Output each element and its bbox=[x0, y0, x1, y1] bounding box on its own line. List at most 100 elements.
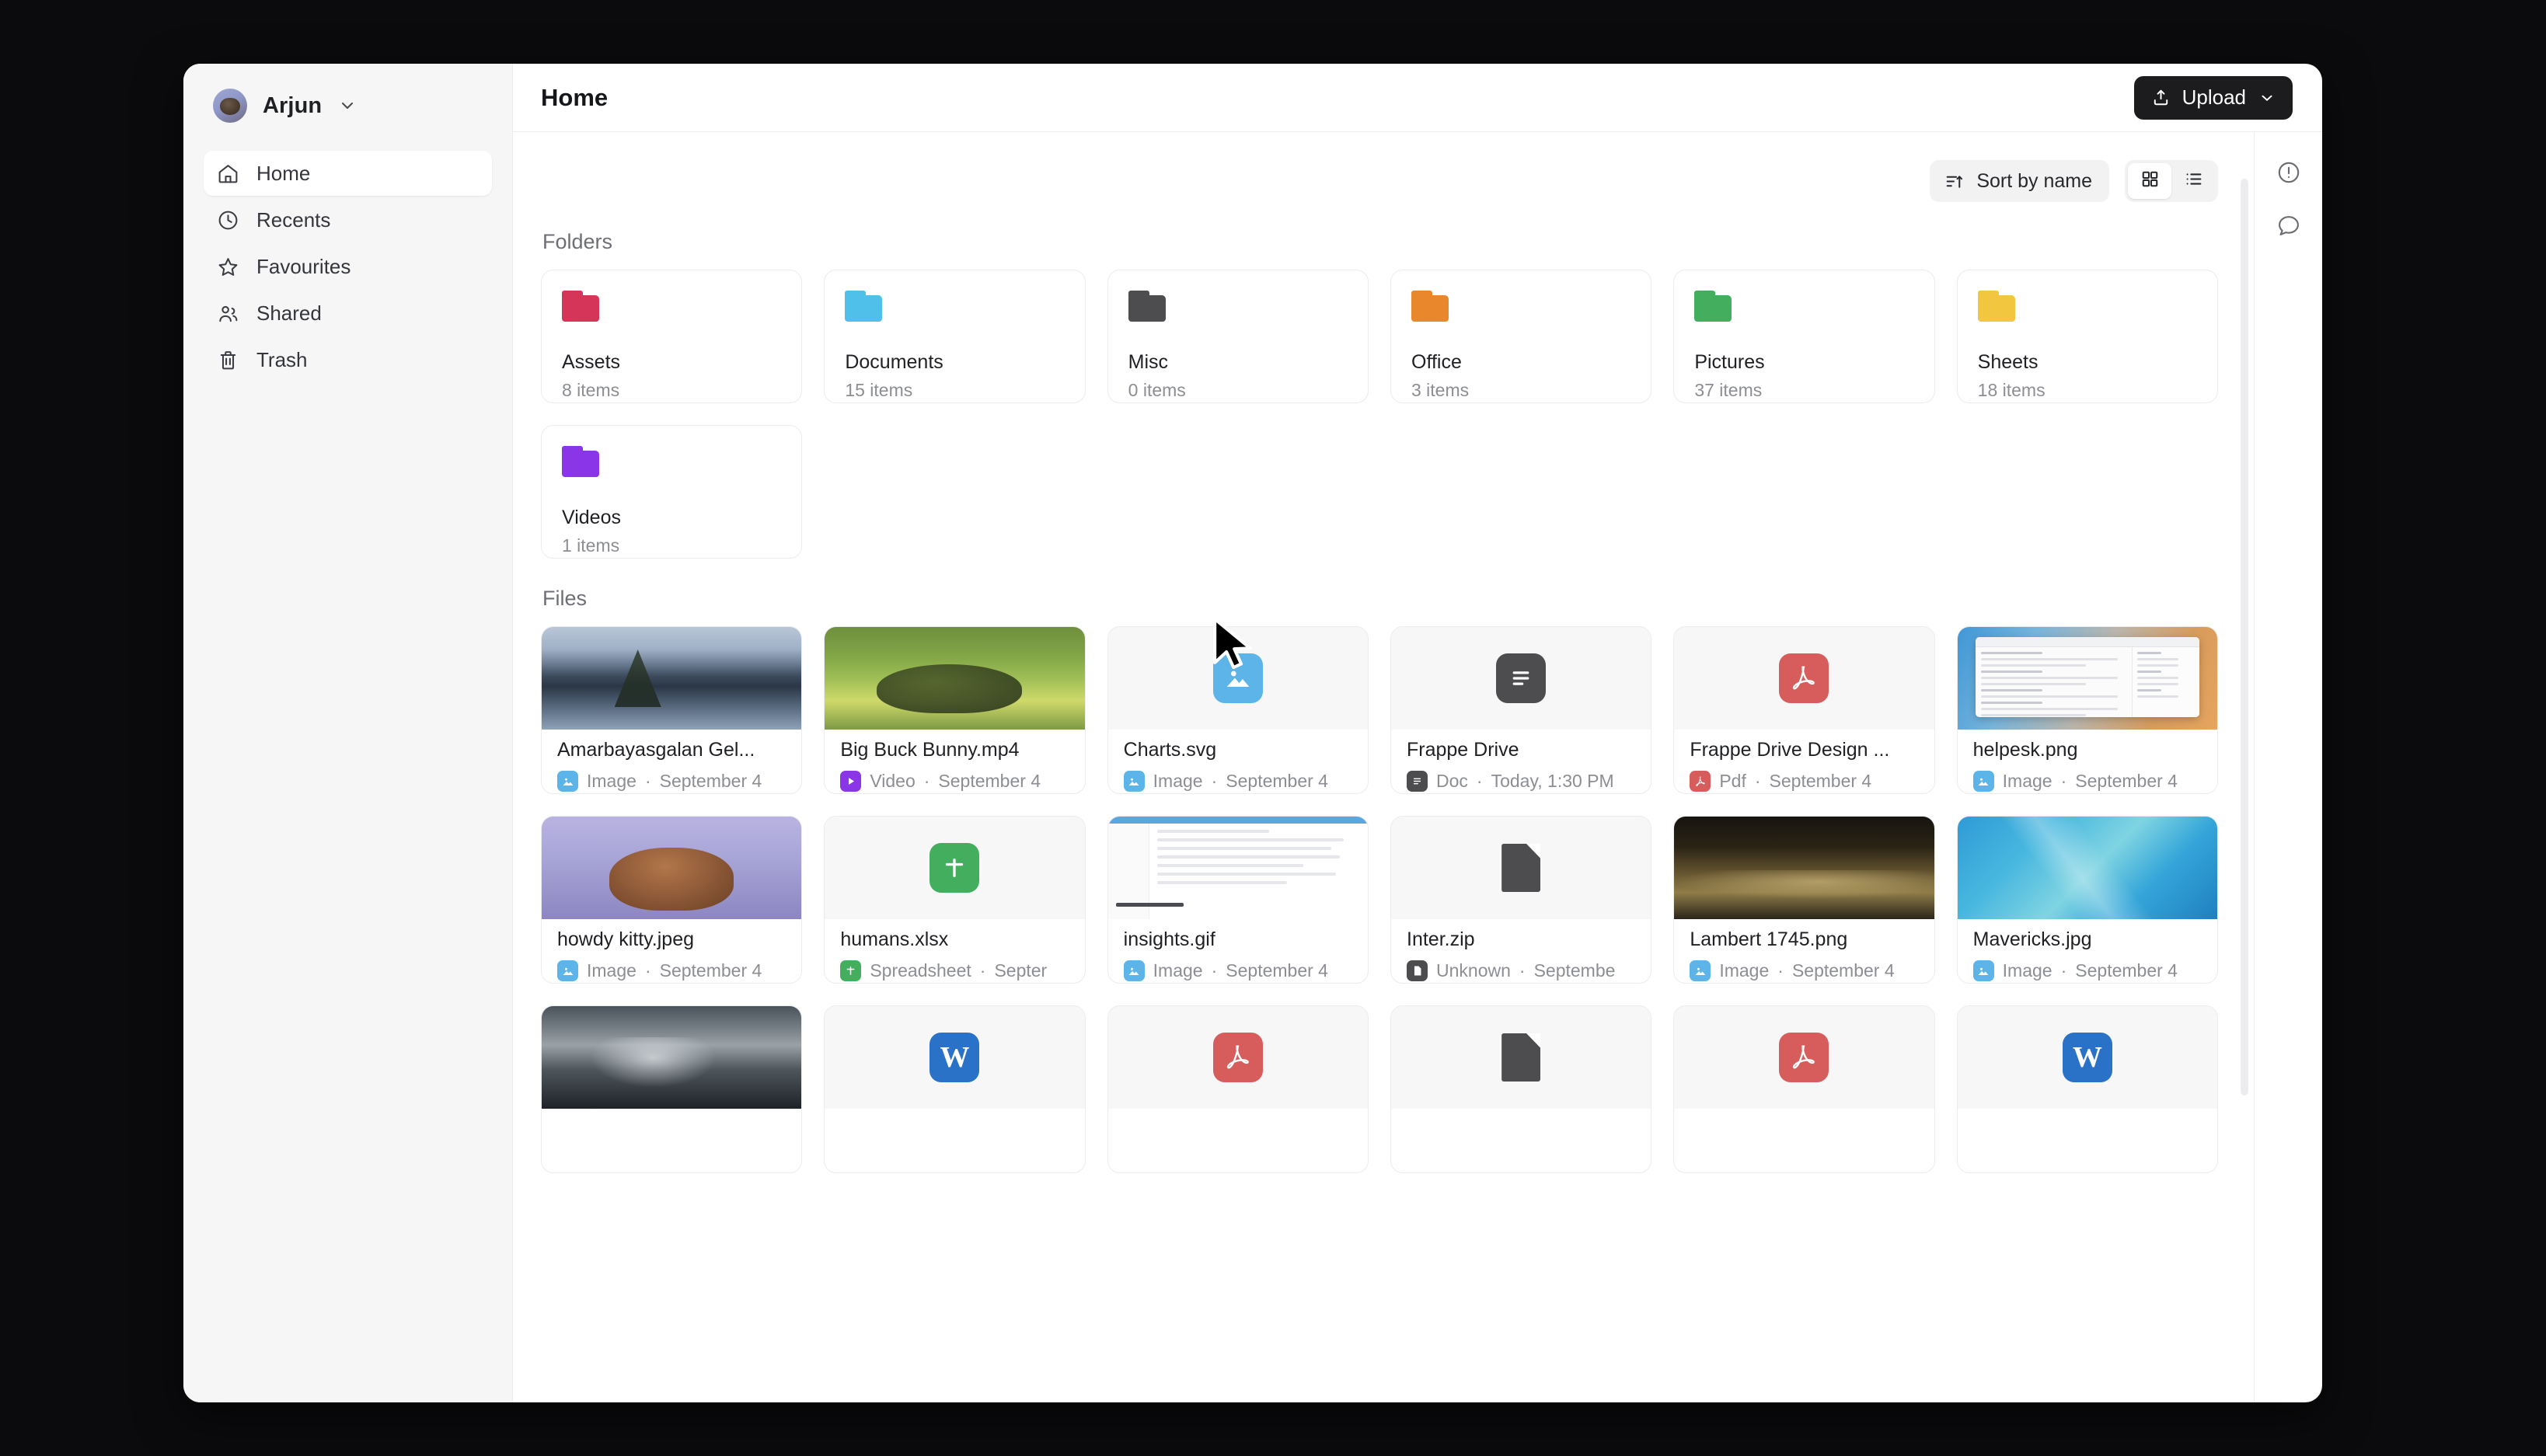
sidebar-item-trash[interactable]: Trash bbox=[204, 337, 492, 382]
folder-item-count: 8 items bbox=[562, 380, 781, 401]
doc-badge bbox=[1407, 771, 1428, 792]
file-thumbnail bbox=[1958, 627, 2217, 730]
image-badge bbox=[1124, 960, 1145, 981]
folder-card[interactable]: Office3 items bbox=[1390, 270, 1651, 403]
clock-icon bbox=[216, 208, 239, 232]
star-icon bbox=[216, 255, 239, 278]
file-card[interactable]: W bbox=[824, 1005, 1085, 1173]
chevron-down-icon[interactable] bbox=[337, 96, 357, 116]
vertical-scrollbar[interactable] bbox=[2241, 179, 2248, 1095]
meta-separator: · bbox=[645, 960, 651, 981]
folder-card[interactable]: Videos1 items bbox=[541, 425, 802, 559]
file-date: September 4 bbox=[2075, 771, 2178, 792]
screenshot-thumbnail bbox=[1958, 627, 2217, 730]
file-thumbnail bbox=[1391, 817, 1651, 919]
sidebar-item-label: Home bbox=[256, 162, 310, 186]
file-card[interactable] bbox=[1107, 1005, 1369, 1173]
pdf-badge bbox=[1690, 771, 1711, 792]
file-thumbnail bbox=[825, 817, 1084, 919]
file-thumbnail bbox=[1391, 627, 1651, 730]
file-card[interactable]: helpesk.pngImage·September 4 bbox=[1957, 626, 2218, 794]
grid-view-button[interactable] bbox=[2128, 163, 2171, 199]
file-name: Amarbayasgalan Gel... bbox=[557, 739, 786, 761]
file-name: Mavericks.jpg bbox=[1973, 928, 2202, 951]
word-file-icon: W bbox=[2063, 1033, 2112, 1082]
file-card[interactable]: Amarbayasgalan Gel...Image·September 4 bbox=[541, 626, 802, 794]
file-meta: Image·September 4 bbox=[1124, 771, 1352, 792]
file-name: howdy kitty.jpeg bbox=[557, 928, 786, 951]
grid-view-icon bbox=[2140, 169, 2160, 193]
file-meta: Video·September 4 bbox=[840, 771, 1069, 792]
upload-button[interactable]: Upload bbox=[2134, 76, 2293, 120]
file-card[interactable]: Frappe DriveDoc·Today, 1:30 PM bbox=[1390, 626, 1651, 794]
word-file-icon: W bbox=[929, 1033, 979, 1082]
pdf-file-icon bbox=[1779, 653, 1829, 703]
file-date: September 4 bbox=[1770, 771, 1872, 792]
file-meta: Image·September 4 bbox=[1124, 960, 1352, 981]
list-view-button[interactable] bbox=[2171, 163, 2215, 199]
file-card[interactable] bbox=[1673, 1005, 1934, 1173]
file-date: September 4 bbox=[938, 771, 1041, 792]
content-wrapper: Sort by name bbox=[513, 132, 2322, 1402]
file-card[interactable] bbox=[1390, 1005, 1651, 1173]
file-thumbnail bbox=[542, 1006, 801, 1109]
image-badge bbox=[557, 771, 578, 792]
info-icon[interactable] bbox=[2275, 158, 2303, 186]
image-badge bbox=[1973, 960, 1994, 981]
scroll-area: Folders Assets 8 items Documents15 itemsMi… bbox=[513, 230, 2254, 1173]
sidebar: Arjun Home Recents F bbox=[183, 64, 513, 1402]
file-type: Image bbox=[2003, 771, 2052, 792]
file-name: Lambert 1745.png bbox=[1690, 928, 1918, 951]
comment-icon[interactable] bbox=[2275, 211, 2303, 239]
file-date: Septer bbox=[994, 960, 1047, 981]
image-badge bbox=[1690, 960, 1711, 981]
file-browser: Sort by name bbox=[513, 132, 2254, 1402]
file-card[interactable]: howdy kitty.jpegImage·September 4 bbox=[541, 816, 802, 984]
file-type: Image bbox=[1153, 771, 1203, 792]
file-date: Septembe bbox=[1534, 960, 1616, 981]
file-type: Image bbox=[1153, 960, 1203, 981]
user-menu[interactable]: Arjun bbox=[204, 64, 492, 148]
files-heading: Files bbox=[542, 587, 2218, 611]
file-thumbnail bbox=[1108, 817, 1368, 919]
sidebar-item-label: Shared bbox=[256, 301, 322, 326]
file-card[interactable]: Inter.zipUnknown·Septembe bbox=[1390, 816, 1651, 984]
folder-card[interactable]: Assets 8 items bbox=[541, 270, 802, 403]
folder-icon bbox=[1694, 291, 1732, 322]
file-meta: Doc·Today, 1:30 PM bbox=[1407, 771, 1635, 792]
file-type: Image bbox=[587, 771, 636, 792]
file-card[interactable]: Big Buck Bunny.mp4Video·September 4 bbox=[824, 626, 1085, 794]
folder-card[interactable]: Misc0 items bbox=[1107, 270, 1369, 403]
pdf-file-icon bbox=[1213, 1033, 1263, 1082]
app-window: Arjun Home Recents F bbox=[183, 64, 2322, 1402]
file-card[interactable]: insights.gif Image·September 4 bbox=[1107, 816, 1369, 984]
meta-separator: · bbox=[2061, 960, 2067, 981]
file-card[interactable]: Mavericks.jpgImage·September 4 bbox=[1957, 816, 2218, 984]
folder-card[interactable]: Sheets18 items bbox=[1957, 270, 2218, 403]
file-card[interactable]: humans.xlsxSpreadsheet·Septer bbox=[824, 816, 1085, 984]
files-grid: Amarbayasgalan Gel...Image·September 4Bi… bbox=[541, 626, 2218, 984]
image-thumbnail bbox=[542, 1006, 801, 1109]
folders-heading: Folders bbox=[542, 230, 2218, 254]
folder-card[interactable]: Documents15 items bbox=[824, 270, 1085, 403]
folder-card[interactable]: Pictures37 items bbox=[1673, 270, 1934, 403]
meta-separator: · bbox=[1519, 960, 1526, 981]
unknown-file-icon bbox=[1501, 1033, 1540, 1082]
sidebar-item-home[interactable]: Home bbox=[204, 151, 492, 196]
chevron-down-icon[interactable] bbox=[2257, 88, 2277, 108]
file-thumbnail bbox=[1958, 817, 2217, 919]
file-name: insights.gif bbox=[1124, 928, 1352, 951]
file-card[interactable]: W bbox=[1957, 1005, 2218, 1173]
file-card[interactable]: Lambert 1745.pngImage·September 4 bbox=[1673, 816, 1934, 984]
sidebar-item-recents[interactable]: Recents bbox=[204, 197, 492, 242]
meta-separator: · bbox=[1212, 771, 1218, 792]
sidebar-item-shared[interactable]: Shared bbox=[204, 291, 492, 336]
file-card[interactable]: Frappe Drive Design ...Pdf·September 4 bbox=[1673, 626, 1934, 794]
file-card[interactable]: Charts.svgImage·September 4 bbox=[1107, 626, 1369, 794]
sidebar-item-favourites[interactable]: Favourites bbox=[204, 244, 492, 289]
spreadsheet-badge bbox=[840, 960, 861, 981]
sort-control[interactable]: Sort by name bbox=[1930, 160, 2109, 202]
file-name: humans.xlsx bbox=[840, 928, 1069, 951]
file-card[interactable] bbox=[541, 1005, 802, 1173]
folder-name: Assets bbox=[562, 351, 781, 374]
